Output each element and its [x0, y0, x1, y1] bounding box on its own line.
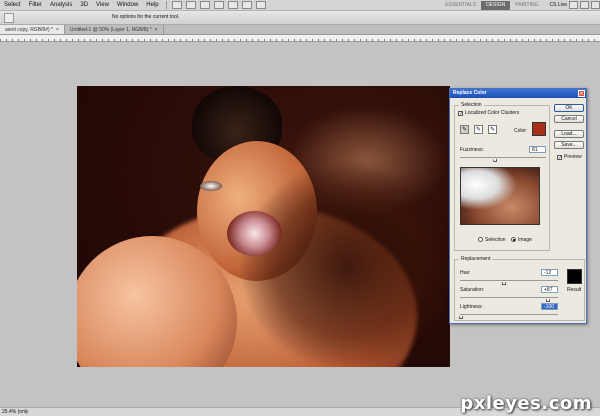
dialog-close-icon[interactable]: × [578, 90, 585, 97]
selection-color-swatch[interactable] [532, 122, 546, 136]
tool-preset-icon[interactable] [4, 13, 14, 23]
selection-radio[interactable] [478, 237, 483, 242]
color-label: Color: [514, 128, 528, 134]
saturation-field[interactable]: +87 [541, 286, 558, 293]
image-mouth-region [227, 211, 282, 256]
tab-label: ased copy, RGB/8#) * [5, 27, 53, 33]
menu-window[interactable]: Window [113, 0, 142, 11]
fuzziness-field[interactable]: 81 [529, 146, 546, 153]
image-eye-region [200, 181, 222, 191]
lightness-label: Lightness: [460, 304, 483, 310]
replacement-group-title: Replacement [459, 256, 493, 262]
hand-tool-icon[interactable] [227, 1, 238, 9]
workspace-essentials[interactable]: ESSENTIALS [440, 1, 481, 10]
eyedropper-plus-icon[interactable]: ✎ [474, 125, 483, 134]
selection-preview-image [460, 167, 540, 225]
preview-label: Preview [564, 154, 582, 160]
hue-slider[interactable] [460, 280, 558, 281]
options-bar: No options for the current tool. [0, 11, 600, 25]
tab-close-icon[interactable]: × [155, 27, 158, 33]
preview-checkbox[interactable]: ✓ [557, 155, 562, 161]
localized-clusters-checkbox[interactable]: ✓ [458, 111, 463, 117]
menu-view[interactable]: View [92, 0, 113, 11]
tab-label: Untitled-1 @ 50% (Layer 1, RGB/8) * [69, 27, 152, 33]
workspace-design[interactable]: DESIGN [481, 0, 511, 10]
minimize-icon[interactable] [569, 1, 578, 9]
dialog-title: Replace Color [453, 90, 487, 96]
localized-clusters-label: Localized Color Clusters [465, 110, 520, 116]
menu-bar: Select Filter Analysis 3D View Window He… [0, 0, 600, 11]
result-color-swatch[interactable] [567, 269, 582, 284]
hue-label: Hue: [460, 270, 471, 276]
horizontal-ruler [0, 35, 600, 42]
document-tab[interactable]: ased copy, RGB/8#) * × [0, 25, 65, 34]
menu-filter[interactable]: Filter [25, 0, 46, 11]
lightness-slider[interactable] [460, 314, 558, 315]
ok-button[interactable]: OK [554, 104, 584, 112]
image-radio-label: Image [518, 237, 532, 243]
saturation-label: Saturation: [460, 287, 485, 293]
menu-help[interactable]: Help [142, 0, 162, 11]
eyedropper-minus-icon[interactable]: ✎ [488, 125, 497, 134]
guides-icon[interactable] [199, 1, 210, 9]
replace-color-dialog: Replace Color × Selection ✓ Localized Co… [449, 88, 587, 324]
watermark: pxleyes.com [460, 393, 592, 414]
hue-field[interactable]: -12 [541, 269, 558, 276]
zoom-level-icon[interactable] [213, 1, 224, 9]
tab-close-icon[interactable]: × [56, 27, 59, 33]
result-label: Result [567, 287, 582, 293]
options-message: No options for the current tool. [112, 14, 180, 20]
selection-radio-label: Selection [485, 237, 506, 243]
menu-3d[interactable]: 3D [76, 0, 92, 11]
document-image[interactable] [77, 86, 450, 367]
cs-live-menu[interactable]: CS Live [549, 2, 567, 8]
saturation-slider[interactable] [460, 297, 558, 298]
close-icon[interactable] [591, 1, 600, 9]
dialog-title-bar[interactable]: Replace Color × [450, 89, 586, 98]
menu-select[interactable]: Select [0, 0, 25, 11]
fuzziness-slider[interactable] [460, 157, 546, 158]
mini-bridge-icon[interactable] [185, 1, 196, 9]
bridge-icon[interactable] [171, 1, 182, 9]
eyedropper-icon[interactable]: ✎ [460, 125, 469, 134]
replacement-group: Replacement Hue: -12 Saturation: +87 Lig… [454, 256, 585, 321]
arrange-documents-icon[interactable] [241, 1, 252, 9]
screen-mode-icon[interactable] [255, 1, 266, 9]
save-button[interactable]: Save... [554, 141, 584, 149]
document-tab-bar: ased copy, RGB/8#) * × Untitled-1 @ 50% (… [0, 25, 600, 35]
menu-analysis[interactable]: Analysis [46, 0, 76, 11]
image-shadow-region [242, 166, 450, 366]
cancel-button[interactable]: Cancel [554, 115, 584, 123]
maximize-icon[interactable] [580, 1, 589, 9]
selection-group: Selection ✓ Localized Color Clusters ✎ ✎… [454, 102, 550, 251]
toolbar-separator [165, 1, 167, 9]
zoom-level[interactable]: 25.4% (only [2, 409, 28, 415]
document-tab[interactable]: Untitled-1 @ 50% (Layer 1, RGB/8) * × [65, 25, 164, 34]
image-radio[interactable] [511, 237, 516, 242]
workspace-painting[interactable]: PAINTING [510, 1, 543, 10]
lightness-field[interactable]: -100 [541, 303, 558, 310]
fuzziness-label: Fuzziness: [460, 147, 484, 153]
selection-group-title: Selection [459, 102, 484, 108]
load-button[interactable]: Load... [554, 130, 584, 138]
